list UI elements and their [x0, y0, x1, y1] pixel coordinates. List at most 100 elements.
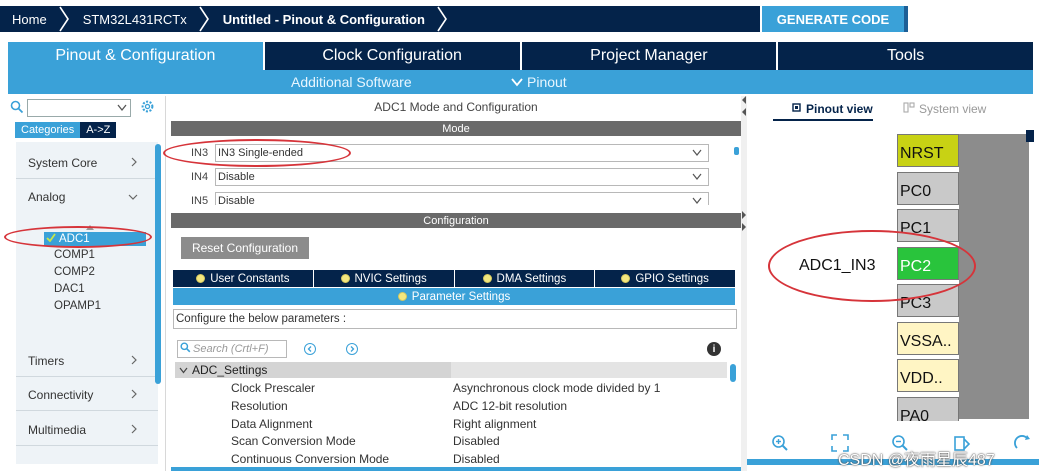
search-placeholder: Search (Crtl+F)	[193, 343, 269, 355]
select-value: Disable	[218, 171, 255, 183]
pin-pc0[interactable]: PC0	[897, 171, 959, 205]
pin-pa0[interactable]: PA0	[897, 396, 959, 421]
select-value: Disable	[218, 195, 255, 205]
configure-parameters-text: Configure the below parameters :	[173, 309, 737, 329]
category-timers[interactable]: Timers	[28, 354, 138, 368]
param-value: Right alignment	[453, 417, 537, 431]
tab-label: Parameter Settings	[411, 290, 511, 303]
tab-clock-configuration[interactable]: Clock Configuration	[265, 42, 522, 70]
tab-parameter-settings[interactable]: Parameter Settings	[173, 288, 735, 305]
mode-header: Mode	[171, 121, 741, 136]
gear-icon[interactable]	[140, 99, 155, 117]
chevron-down-icon	[692, 195, 702, 205]
chevron-right-icon	[57, 6, 71, 32]
param-row[interactable]: Resolution ADC 12-bit resolution	[175, 398, 727, 415]
tab-nvic-settings[interactable]: NVIC Settings	[314, 270, 455, 287]
param-row-clip: Continuous Conversion Mode Disabled	[171, 451, 741, 463]
zoom-in-icon[interactable]	[769, 432, 791, 454]
peripheral-opamp1[interactable]: OPAMP1	[54, 300, 101, 312]
tab-project-manager[interactable]: Project Manager	[522, 42, 779, 70]
tab-gpio-settings[interactable]: GPIO Settings	[595, 270, 735, 287]
category-multimedia[interactable]: Multimedia	[28, 423, 138, 437]
group-adc-settings[interactable]: ADC_Settings	[175, 362, 727, 378]
status-dot-icon	[196, 274, 206, 283]
pinout-menu[interactable]: Pinout	[511, 74, 567, 90]
reset-configuration-button[interactable]: Reset Configuration	[181, 237, 309, 259]
tab-pinout-configuration[interactable]: Pinout & Configuration	[8, 42, 265, 70]
chevron-down-icon[interactable]	[117, 101, 127, 115]
select-value: IN3 Single-ended	[218, 147, 304, 159]
in4-mode-select[interactable]: Disable	[215, 168, 709, 186]
left-panel: Categories A->Z System Core Analog ADC1 …	[8, 96, 166, 471]
category-search-row	[10, 98, 166, 118]
category-search-input[interactable]	[27, 99, 131, 117]
peripheral-adc1[interactable]: ADC1	[44, 232, 146, 246]
param-name: Resolution	[231, 399, 288, 413]
generate-code-button[interactable]: GENERATE CODE	[762, 6, 908, 32]
search-next-icon[interactable]	[346, 343, 358, 355]
tab-a-to-z[interactable]: A->Z	[80, 122, 117, 138]
center-horizontal-scrollbar[interactable]	[171, 467, 741, 471]
category-system-core[interactable]: System Core	[28, 156, 138, 170]
main-tabs: Pinout & Configuration Clock Configurati…	[8, 42, 1033, 70]
center-panel: ADC1 Mode and Configuration Mode IN3 IN3…	[171, 96, 741, 471]
param-name: Data Alignment	[231, 417, 313, 431]
tab-categories[interactable]: Categories	[15, 122, 81, 138]
status-dot-icon	[340, 274, 350, 283]
additional-software-menu[interactable]: Additional Software	[291, 74, 412, 90]
param-name: Continuous Conversion Mode	[231, 452, 390, 463]
category-connectivity[interactable]: Connectivity	[28, 388, 138, 402]
chevron-right-icon	[130, 354, 138, 368]
param-name: Scan Conversion Mode	[231, 434, 356, 448]
search-previous-icon[interactable]	[304, 343, 316, 355]
pin-pc2[interactable]: PC2	[897, 246, 959, 280]
watermark: CSDN @夜雨星辰487	[838, 452, 995, 469]
pin-nrst[interactable]: NRST	[897, 134, 959, 167]
check-icon	[46, 233, 56, 245]
category-label: System Core	[28, 156, 98, 170]
pin-pc3[interactable]: PC3	[897, 284, 959, 317]
rotate-icon[interactable]	[1011, 432, 1033, 454]
mode-scrollbar[interactable]	[734, 147, 739, 155]
breadcrumb: Home STM32L431RCTx Untitled - Pinout & C…	[0, 6, 760, 32]
category-scrollbar[interactable]	[155, 144, 161, 384]
in3-mode-select[interactable]: IN3 Single-ended	[215, 144, 709, 162]
mode-row-clip: IN5 Disable	[171, 192, 741, 205]
peripheral-dac1[interactable]: DAC1	[54, 283, 85, 295]
pinout-menu-label: Pinout	[527, 74, 567, 90]
peripheral-comp2[interactable]: COMP2	[54, 266, 95, 278]
pin-pc1[interactable]: PC1	[897, 209, 959, 242]
category-label: Analog	[28, 190, 66, 204]
parameter-search-input[interactable]: Search (Crtl+F)	[177, 340, 287, 358]
param-row[interactable]: Data Alignment Right alignment	[175, 416, 727, 433]
status-dot-icon	[397, 292, 407, 301]
pin-list: NRST PC0 PC1 PC2 PC3 VSSA.. VDD.. PA0	[747, 96, 1039, 421]
chevron-right-icon	[130, 156, 138, 170]
search-icon	[180, 342, 191, 356]
category-label: Connectivity	[28, 388, 94, 402]
breadcrumb-home[interactable]: Home	[0, 6, 57, 32]
param-row[interactable]: Scan Conversion Mode Disabled	[175, 433, 727, 450]
panel-title: ADC1 Mode and Configuration	[374, 100, 538, 114]
group-label: ADC_Settings	[192, 363, 268, 377]
info-icon[interactable]: i	[707, 342, 721, 356]
param-row[interactable]: Continuous Conversion Mode Disabled	[175, 451, 727, 463]
tab-label: NVIC Settings	[354, 272, 427, 285]
sub-tabs: Additional Software Pinout	[8, 70, 1033, 94]
breadcrumb-mcu[interactable]: STM32L431RCTx	[71, 6, 197, 32]
pin-vdd[interactable]: VDD..	[897, 359, 959, 392]
tab-tools[interactable]: Tools	[778, 42, 1033, 70]
category-analog[interactable]: Analog	[28, 190, 138, 204]
chevron-down-icon	[128, 190, 138, 204]
param-row[interactable]: Clock Prescaler Asynchronous clock mode …	[175, 380, 727, 397]
in5-mode-select[interactable]: Disable	[215, 192, 709, 205]
chevron-right-icon	[130, 388, 138, 402]
breadcrumb-current[interactable]: Untitled - Pinout & Configuration	[211, 6, 435, 32]
tab-user-constants[interactable]: User Constants	[173, 270, 314, 287]
pin-vssa[interactable]: VSSA..	[897, 321, 959, 355]
signal-label: ADC1_IN3	[799, 257, 876, 274]
mode-label: IN3	[191, 147, 209, 159]
parameter-scrollbar[interactable]	[730, 364, 736, 382]
tab-dma-settings[interactable]: DMA Settings	[455, 270, 596, 287]
peripheral-comp1[interactable]: COMP1	[54, 249, 95, 261]
